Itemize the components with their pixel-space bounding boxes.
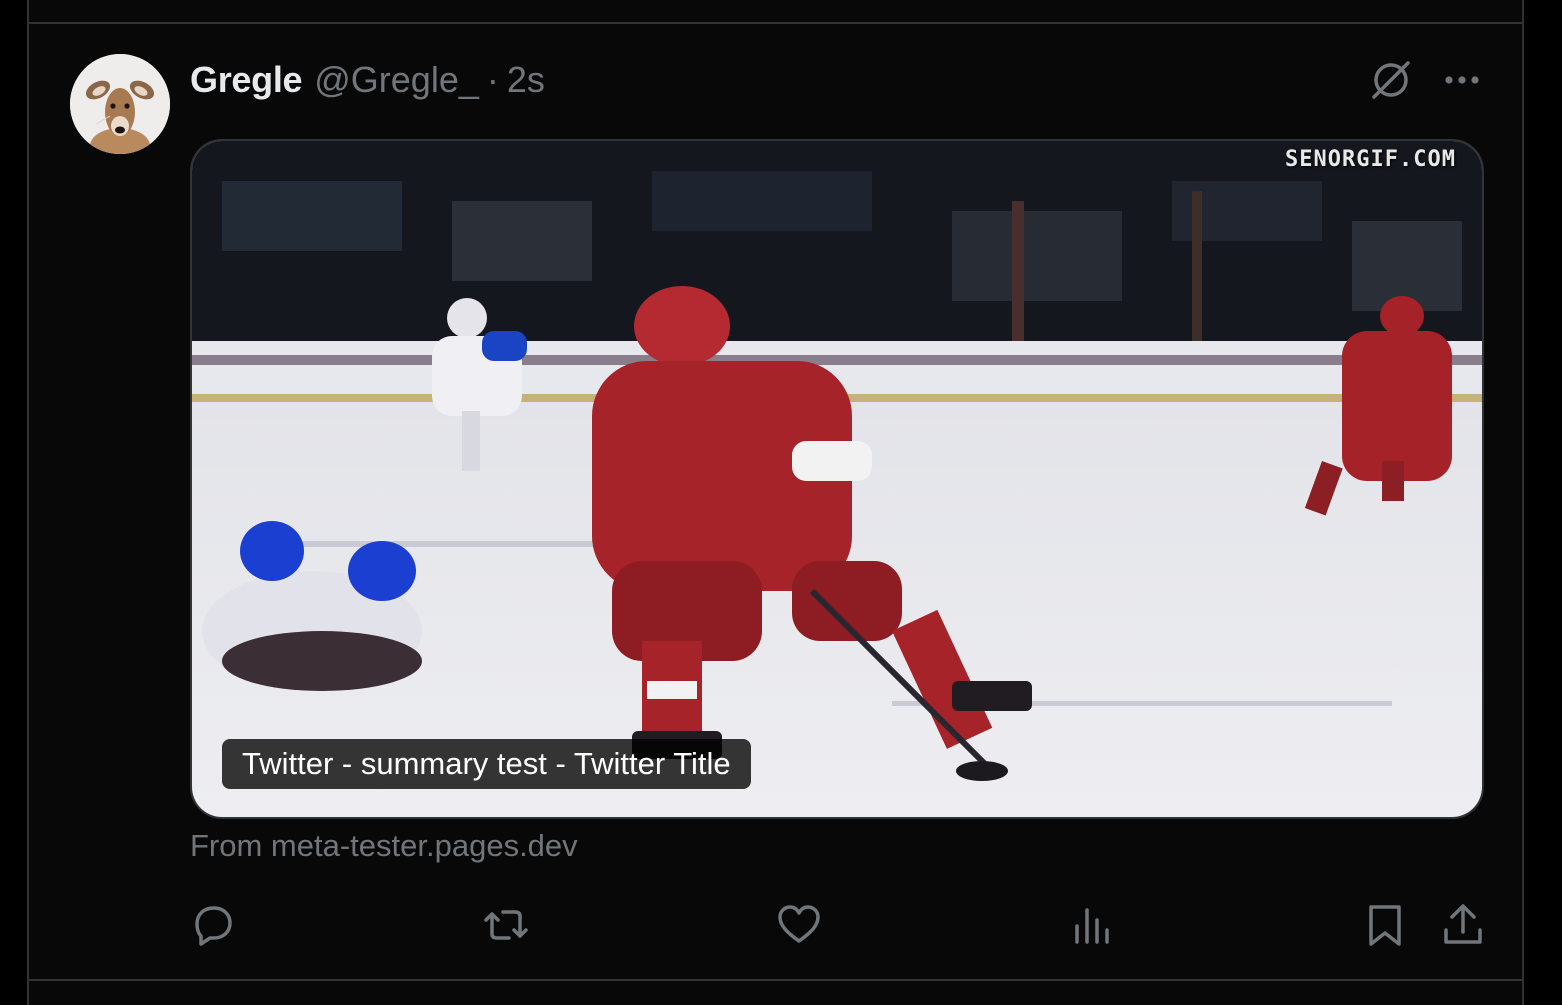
tweet[interactable]: Gregle @Gregle_ · 2s SENORGIF.COM Twitte…	[27, 0, 1524, 1005]
retweet-button[interactable]	[481, 900, 531, 950]
share-button[interactable]	[1438, 900, 1488, 950]
bookmark-icon	[1369, 905, 1401, 946]
display-name[interactable]: Gregle	[190, 59, 303, 101]
card-source-link[interactable]: From meta-tester.pages.dev	[190, 828, 578, 864]
reply-button[interactable]	[188, 900, 238, 950]
more-icon[interactable]	[1441, 63, 1483, 97]
timestamp[interactable]: 2s	[507, 59, 545, 101]
divider-bottom	[29, 979, 1522, 981]
link-card-media[interactable]: SENORGIF.COM Twitter - summary test - Tw…	[190, 139, 1484, 819]
retweet-icon	[484, 910, 528, 940]
divider-top	[29, 22, 1522, 24]
views-icon	[1075, 908, 1109, 944]
gif-watermark: SENORGIF.COM	[1285, 147, 1456, 172]
hockey-gif-image	[192, 141, 1482, 817]
user-handle[interactable]: @Gregle_	[314, 59, 479, 101]
deer-avatar-image	[70, 54, 170, 154]
share-icon	[1444, 904, 1482, 944]
bookmark-button[interactable]	[1360, 900, 1410, 950]
tweet-header: Gregle @Gregle_ · 2s	[190, 56, 545, 104]
heart-icon	[778, 905, 820, 943]
like-button[interactable]	[774, 900, 824, 950]
views-button[interactable]	[1067, 900, 1117, 950]
card-title-overlay: Twitter - summary test - Twitter Title	[222, 739, 751, 789]
grok-icon[interactable]	[1368, 57, 1414, 103]
time-separator: ·	[486, 59, 499, 100]
reply-icon	[195, 906, 232, 946]
avatar[interactable]	[70, 54, 170, 154]
